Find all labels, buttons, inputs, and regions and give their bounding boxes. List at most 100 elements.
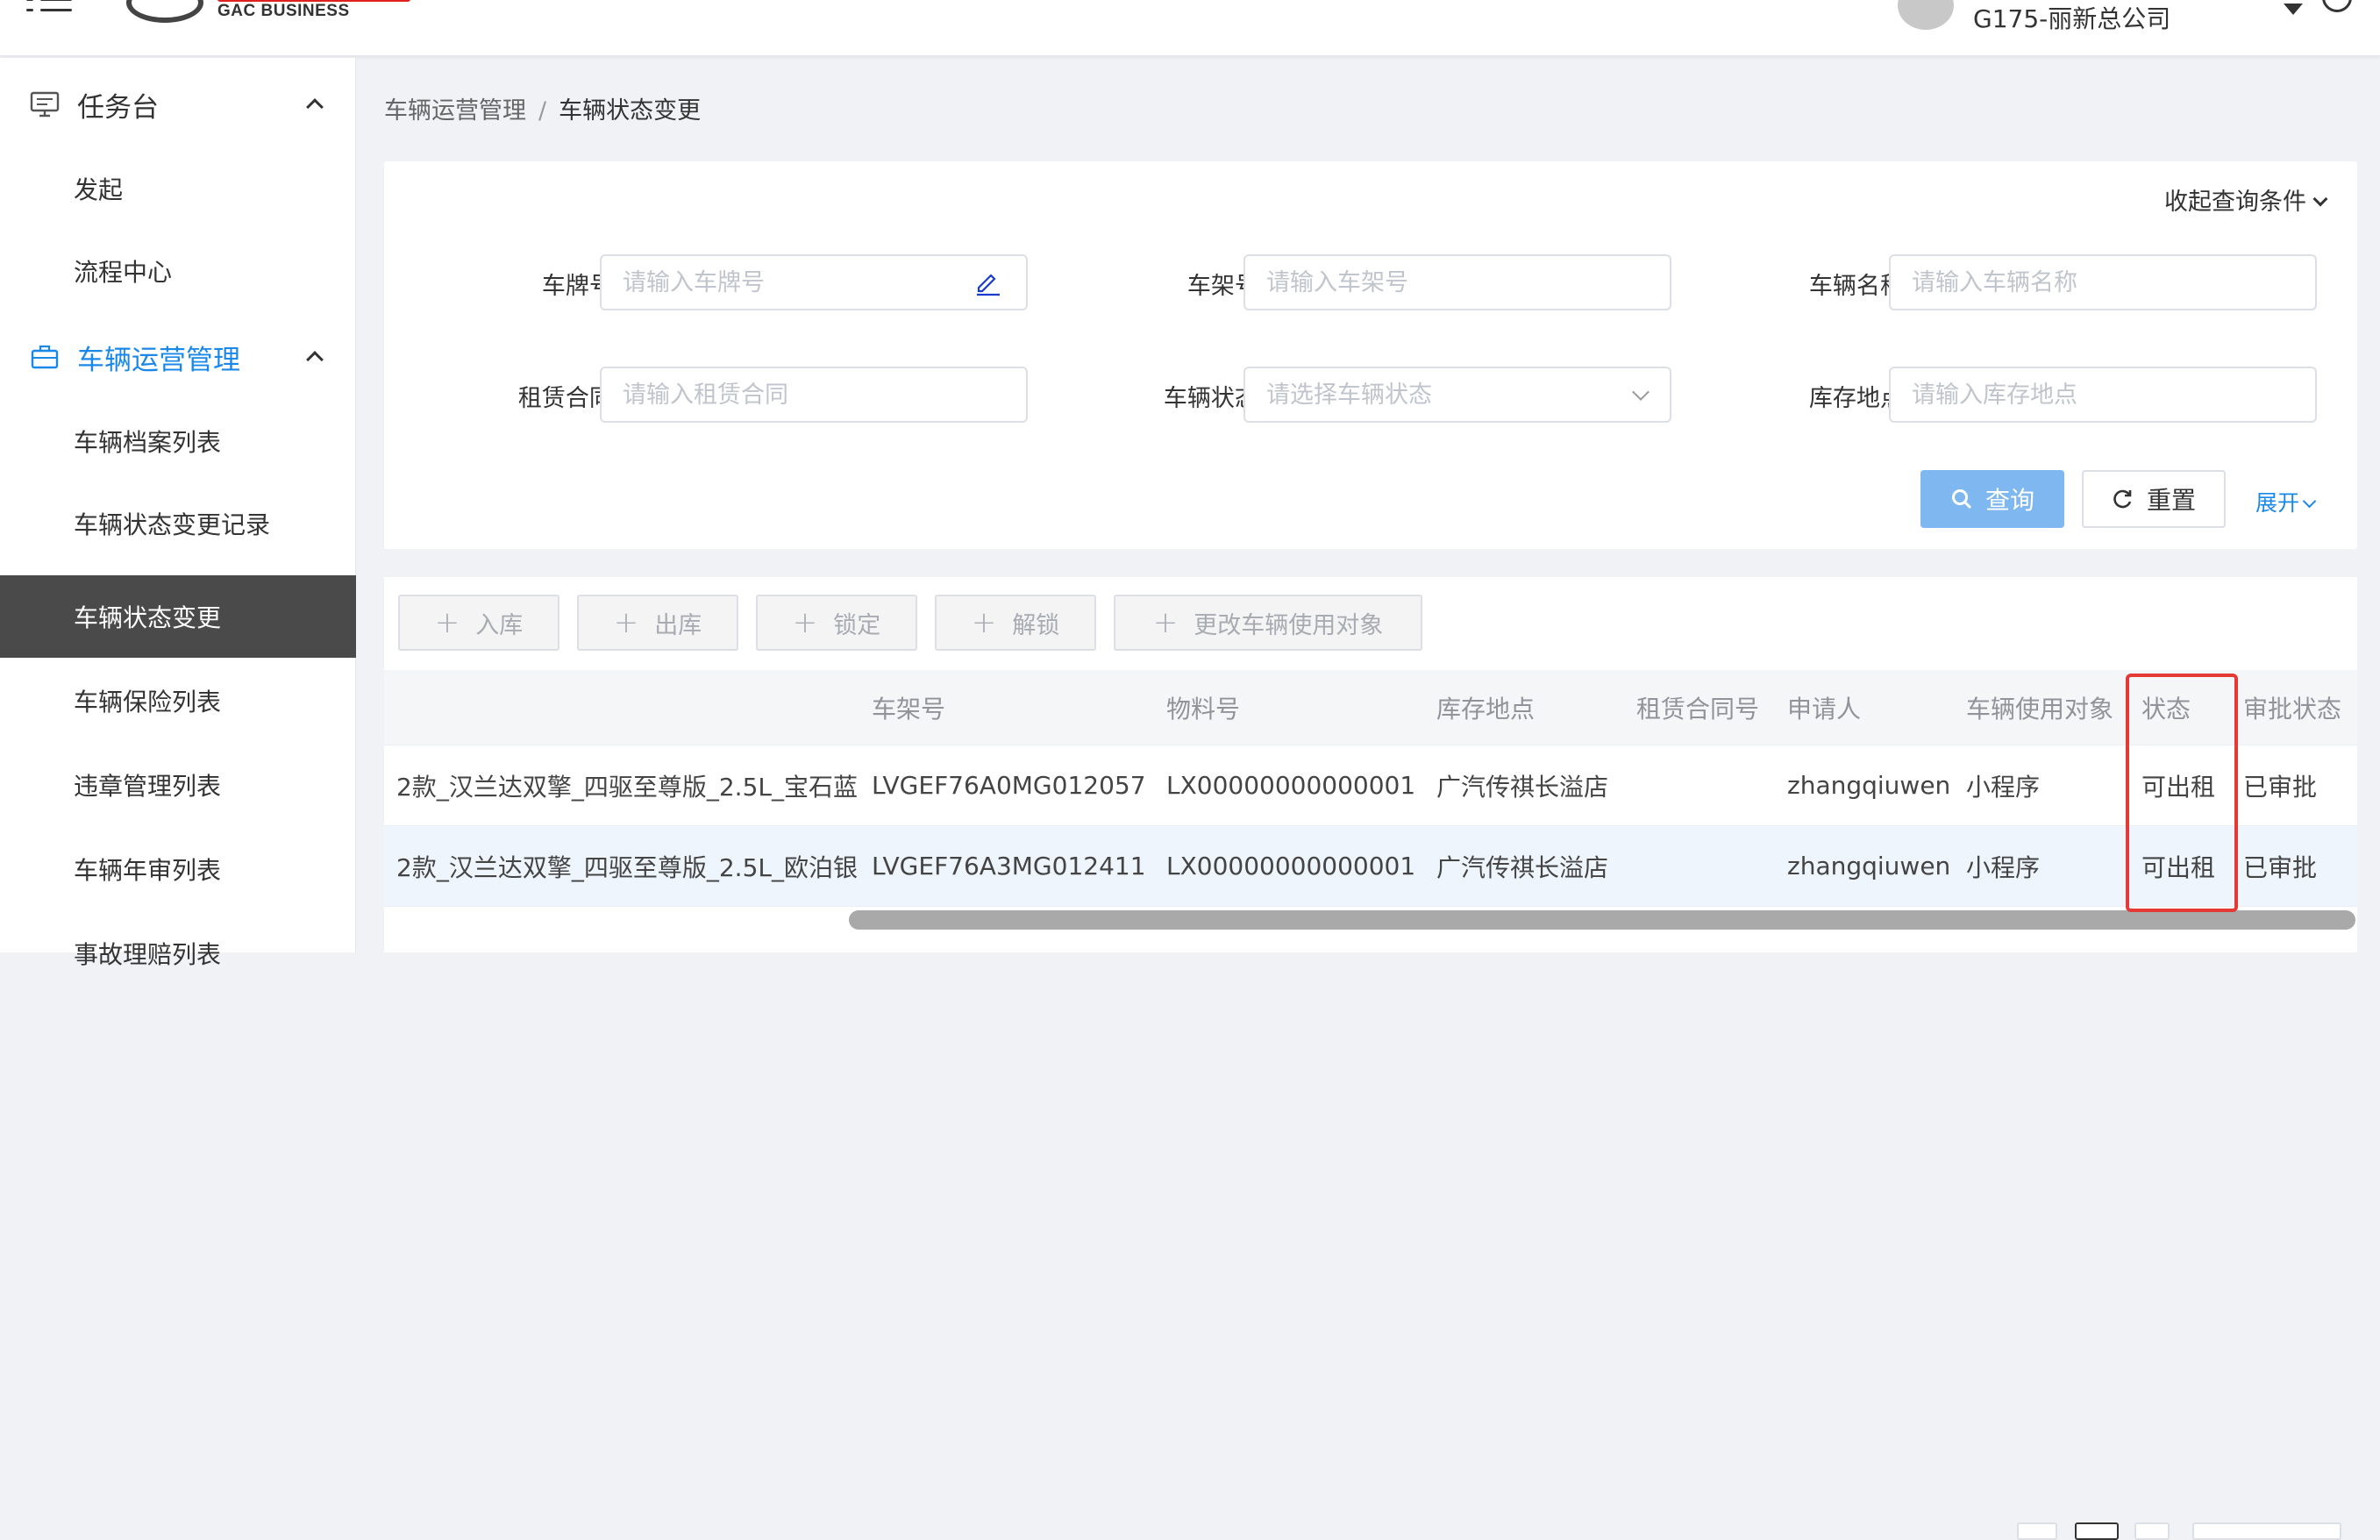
vehicle-name-cell: 2款_汉兰达双擎_四驱至尊版_2.5L_宝石蓝 [396,772,858,802]
menu-toggle-icon[interactable] [26,0,72,18]
status-column-highlight [2126,674,2238,912]
column-header-applicant[interactable]: 申请人 [1787,670,1861,745]
double-chevron-down-icon [2312,191,2328,207]
usage-target-cell: 小程序 [1966,852,2041,882]
horizontal-scrollbar-thumb[interactable] [849,910,2355,930]
avatar[interactable] [1898,0,1954,30]
chevron-down-icon [2302,494,2317,509]
sidebar-item-annual-inspection[interactable]: 车辆年审列表 [0,828,356,910]
query-panel: 收起查询条件 车牌号: 车架号: 车辆名称: 租赁合同: 车辆状态: 库存地点:… [384,161,2357,549]
usage-target-cell: 小程序 [1966,772,2041,802]
caret-down-icon[interactable] [2284,4,2303,15]
monitor-icon [30,91,60,118]
sidebar-group-tasks[interactable]: 任务台 [0,65,356,144]
sidebar-item-label: 车辆保险列表 [74,688,222,717]
plate-input[interactable] [600,254,1028,310]
refresh-icon [2113,489,2132,509]
vin-input[interactable] [1243,254,1671,310]
column-header-approval[interactable]: 审批状态 [2243,670,2341,745]
breadcrumb-parent[interactable]: 车辆运营管理 [384,97,526,125]
change-usage-target-button[interactable]: + 更改车辆使用对象 [1114,595,1422,651]
material-cell: LX00000000000001 [1166,852,1416,881]
table-header: 车架号 物料号 库存地点 租赁合同号 申请人 车辆使用对象 状态 审批状态 [384,670,2357,745]
vehicle-status-select[interactable] [1243,367,1671,423]
sidebar-item-label: 事故理赔列表 [74,940,222,969]
contract-input[interactable] [600,367,1028,423]
company-name[interactable]: G175-丽新总公司 [1973,0,2170,35]
sidebar-item-insurance[interactable]: 车辆保险列表 [0,659,356,742]
stock-out-button[interactable]: + 出库 [577,595,738,651]
column-header-contract[interactable]: 租赁合同号 [1636,670,1759,745]
sidebar-item-label: 车辆档案列表 [74,428,222,457]
sidebar-item-label: 车辆状态变更 [74,603,222,632]
location-cell: 广汽传祺长溢店 [1436,852,1609,882]
sidebar-item-label: 流程中心 [74,258,173,287]
edit-icon[interactable] [973,267,1003,296]
top-header: GAC BUSINESS G175-丽新总公司 [0,0,2380,56]
lock-label: 锁定 [833,611,881,639]
table-row[interactable]: 2款_汉兰达双擎_四驱至尊版_2.5L_欧泊银 LVGEF76A3MG01241… [384,826,2357,907]
stock-location-label: 库存地点: [1808,385,1912,412]
plus-icon: + [792,605,818,640]
vehicle-name-input[interactable] [1889,254,2317,310]
logo-text: GAC BUSINESS [217,2,350,20]
change-usage-target-label: 更改车辆使用对象 [1194,611,1384,639]
sidebar-item-violations[interactable]: 违章管理列表 [0,744,356,826]
collapse-query-link[interactable]: 收起查询条件 [2164,182,2328,217]
sidebar-item-label: 违章管理列表 [74,772,222,801]
applicant-cell: zhangqiuwen [1787,852,1951,881]
location-cell: 广汽传祺长溢店 [1436,772,1609,802]
sidebar-item-status-change-log[interactable]: 车辆状态变更记录 [0,482,356,565]
unlock-label: 解锁 [1012,611,1060,639]
pagination-current-page[interactable] [2075,1522,2119,1540]
approval-cell: 已审批 [2243,772,2318,802]
sidebar-item-process-center[interactable]: 流程中心 [0,230,356,312]
table-panel: + 入库 + 出库 + 锁定 + 解锁 + 更改车辆使用对象 车架号 物料号 库存地点 租… [384,577,2357,1540]
gac-logo: GAC BUSINESS [123,0,412,30]
vin-cell: LVGEF76A3MG012411 [872,852,1146,881]
pagination-size-select[interactable] [2192,1522,2341,1540]
unlock-button[interactable]: + 解锁 [935,595,1096,651]
stock-out-label: 出库 [654,611,702,639]
sidebar-group-label: 车辆运营管理 [77,344,240,376]
stock-in-label: 入库 [475,611,524,639]
sidebar-item-status-change[interactable]: 车辆状态变更 [0,575,356,658]
pagination-next-button[interactable] [2134,1522,2170,1540]
reset-button[interactable]: 重置 [2082,470,2226,528]
plus-icon: + [1152,605,1179,640]
search-button-label: 查询 [1985,486,2034,515]
collapse-query-label: 收起查询条件 [2164,189,2306,216]
stock-location-input[interactable] [1889,367,2317,423]
column-header-usage-target[interactable]: 车辆使用对象 [1966,670,2113,745]
search-button[interactable]: 查询 [1920,470,2064,528]
breadcrumb-separator: / [538,97,547,125]
vehicle-status-label: 车辆状态: [1163,385,1266,412]
stock-in-button[interactable]: + 入库 [398,595,559,651]
vin-cell: LVGEF76A0MG012057 [872,771,1146,800]
chevron-up-icon [306,98,324,116]
sidebar-group-vehicle-ops[interactable]: 车辆运营管理 [0,317,356,396]
briefcase-icon [31,345,59,369]
sidebar-group-label: 任务台 [77,91,159,124]
user-menu-icon[interactable] [2322,0,2352,12]
column-header-location[interactable]: 库存地点 [1436,670,1535,745]
plus-icon: + [434,605,460,640]
plus-icon: + [613,605,639,640]
sidebar-item-accident-claims[interactable]: 事故理赔列表 [0,912,356,995]
breadcrumb-current: 车辆状态变更 [559,97,702,125]
search-icon [1951,489,1972,510]
sidebar-item-vehicle-archive[interactable]: 车辆档案列表 [0,400,356,482]
column-header-material[interactable]: 物料号 [1166,670,1240,745]
chevron-up-icon [306,351,324,368]
lock-button[interactable]: + 锁定 [756,595,917,651]
expand-link[interactable]: 展开 [2255,486,2317,517]
column-header-vin[interactable]: 车架号 [872,670,945,745]
sidebar-item-label: 车辆状态变更记录 [74,510,271,539]
material-cell: LX00000000000001 [1166,771,1416,800]
approval-cell: 已审批 [2243,852,2318,882]
pagination-prev-button[interactable] [2017,1522,2057,1540]
sidebar-item-initiate[interactable]: 发起 [0,147,356,230]
sidebar: 任务台 发起 流程中心 车辆运营管理 车辆档案列表 车辆状态变更记录 车辆状态变… [0,58,356,969]
plus-icon: + [971,605,997,640]
table-row[interactable]: 2款_汉兰达双擎_四驱至尊版_2.5L_宝石蓝 LVGEF76A0MG01205… [384,745,2357,826]
